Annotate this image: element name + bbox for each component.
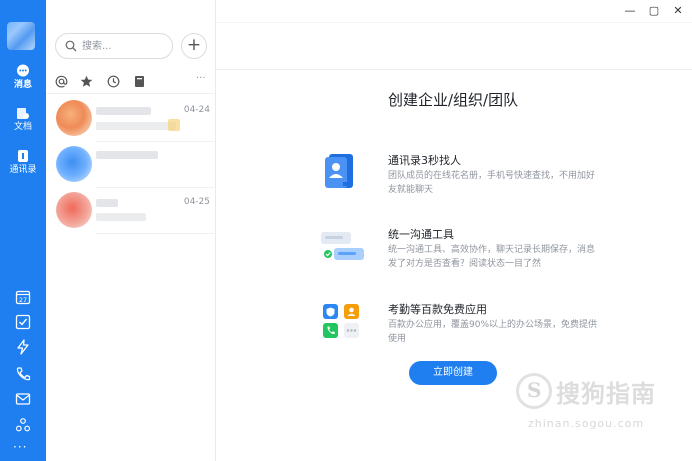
- feature-desc: 统一沟通工具、高效协作，聊天记录长期保存，消息发了对方是否查看？阅读状态一目了然: [388, 245, 596, 269]
- feature-desc: 百款办公应用，覆盖90%以上的办公场景，免费提供使用: [388, 320, 598, 344]
- nav-rail: 消息 文档 通讯录 27 ···: [0, 0, 46, 461]
- calendar-day: 27: [19, 296, 27, 304]
- nav-label-docs: 文档: [13, 122, 32, 132]
- avatar: [56, 146, 92, 182]
- watermark: S 搜狗指南 zhinan.sogou.com: [516, 373, 686, 433]
- watermark-url: zhinan.sogou.com: [528, 417, 645, 430]
- chat-name-blurred: [96, 151, 158, 159]
- flash-icon[interactable]: [15, 339, 31, 355]
- message-bubbles-icon: [321, 232, 364, 260]
- search-box[interactable]: [55, 33, 173, 59]
- apps-grid-icon: [323, 304, 359, 338]
- divider: [96, 233, 216, 234]
- star-icon[interactable]: [80, 75, 93, 88]
- nav-item-docs[interactable]: 文档: [0, 106, 46, 133]
- avatar: [56, 192, 92, 228]
- feature-title: 统一沟通工具: [388, 228, 454, 241]
- todo-icon[interactable]: [15, 314, 31, 330]
- page-title: 创建企业/组织/团队: [388, 91, 519, 109]
- chat-time: 04-24: [183, 105, 210, 115]
- content-header-divider: [216, 69, 692, 70]
- close-button[interactable]: ✕: [671, 4, 685, 18]
- phone-icon[interactable]: [15, 366, 31, 382]
- contacts-icon: [18, 150, 28, 162]
- chat-preview-blurred: [96, 122, 176, 130]
- book-icon[interactable]: [133, 75, 146, 88]
- nav-item-messages[interactable]: 消息: [0, 64, 46, 91]
- docs-icon: [17, 108, 29, 119]
- maximize-button[interactable]: ▢: [647, 4, 661, 18]
- chat-item[interactable]: 04-24: [46, 95, 216, 141]
- chat-item[interactable]: [46, 141, 216, 187]
- calendar-icon[interactable]: 27: [15, 289, 31, 305]
- create-now-button[interactable]: 立即创建: [409, 361, 497, 385]
- avatar: [56, 100, 92, 136]
- watermark-logo-icon: S: [516, 373, 552, 409]
- nav-item-contacts[interactable]: 通讯录: [0, 149, 46, 176]
- watermark-text: 搜狗指南: [556, 380, 656, 408]
- clock-icon[interactable]: [107, 75, 120, 88]
- title-bar: — ▢ ✕: [216, 0, 692, 22]
- nav-label-contacts: 通讯录: [9, 165, 37, 175]
- more-apps-button[interactable]: ···: [13, 440, 27, 454]
- feature-title: 通讯录3秒找人: [388, 154, 461, 167]
- user-avatar[interactable]: [7, 22, 35, 50]
- chat-preview-emoji: [168, 119, 180, 131]
- mention-icon[interactable]: [55, 75, 68, 88]
- chat-name-blurred: [96, 199, 118, 207]
- address-book-icon: [325, 154, 353, 188]
- chat-preview-blurred: [96, 213, 146, 221]
- workspace-icon[interactable]: [15, 417, 31, 433]
- search-input[interactable]: [82, 38, 167, 54]
- search-icon: [65, 40, 77, 52]
- chat-time: 04-25: [183, 197, 210, 207]
- mail-icon[interactable]: [15, 391, 31, 407]
- chat-list-panel: + ··· 04-24 04-: [46, 0, 216, 461]
- chat-name-blurred: [96, 107, 151, 115]
- feature-desc: 团队成员的在线花名册，手机号快速查找，不用加好友就能聊天: [388, 171, 596, 195]
- chat-item[interactable]: 04-25: [46, 187, 216, 233]
- nav-label-messages: 消息: [13, 80, 32, 90]
- filter-bar: ···: [46, 70, 216, 94]
- feature-title: 考勤等百款免费应用: [388, 303, 487, 316]
- filter-more-button[interactable]: ···: [196, 73, 206, 84]
- minimize-button[interactable]: —: [623, 4, 637, 18]
- chat-bubble-icon: [17, 64, 29, 77]
- add-button[interactable]: +: [181, 33, 207, 59]
